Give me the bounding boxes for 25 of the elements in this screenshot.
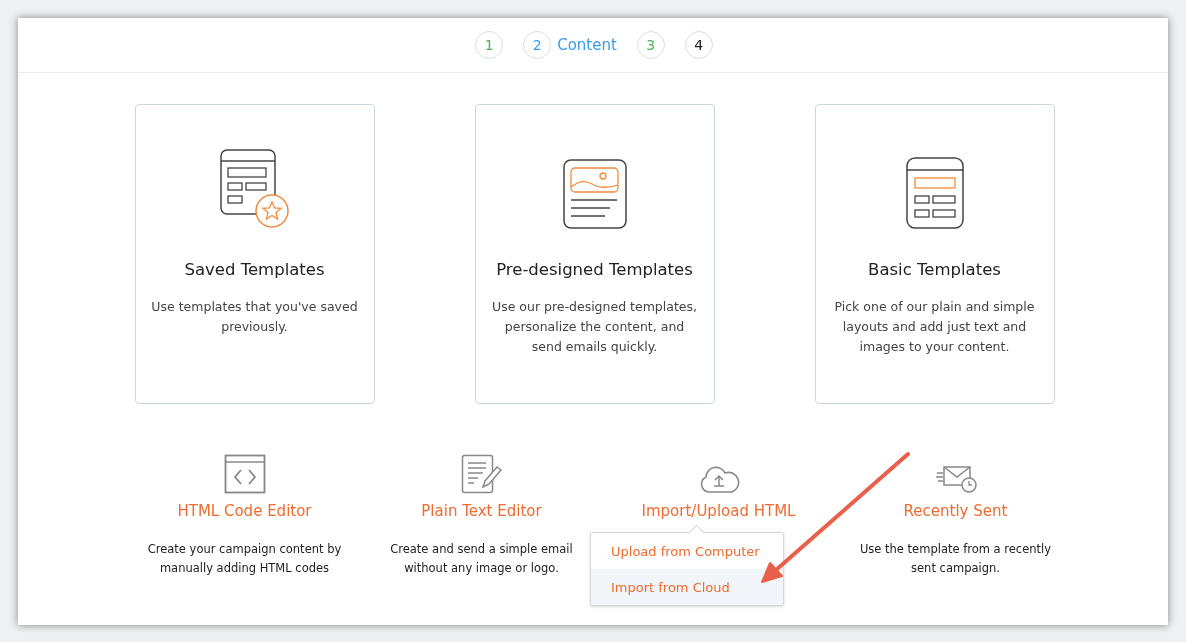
document-image-icon (561, 158, 628, 230)
code-window-icon (223, 454, 266, 494)
card-title: Saved Templates (184, 260, 325, 279)
document-pencil-icon (460, 454, 503, 494)
template-card[interactable]: Saved Templates Use templates that you've saved previously. (134, 104, 375, 404)
option-link[interactable]: Plain Text Editor (421, 502, 542, 520)
card-title: Pre-designed Templates (496, 260, 693, 279)
step-label: Content (557, 36, 617, 54)
option-link[interactable]: HTML Code Editor (177, 502, 312, 520)
card-description: Pick one of our plain and simple layouts and add just text and images to your content. (833, 298, 1036, 356)
menu-item[interactable]: Import from Cloud (591, 569, 783, 605)
card-description: Use our pre-designed templates, personalize the content, and send emails quickly. (491, 298, 698, 356)
layout-template-icon (904, 156, 965, 230)
template-star-icon (218, 148, 291, 230)
option-description: Create and send a simple email without any image or logo. (389, 541, 574, 577)
option-description: Use the template from a recently sent campaign. (858, 541, 1053, 577)
option-link[interactable]: Recently Sent (903, 502, 1008, 520)
option-link[interactable]: Import/Upload HTML (641, 502, 796, 520)
card-description: Use templates that you've saved previously. (150, 298, 359, 336)
template-card[interactable]: Basic Templates Pick one of our plain and simple layouts and add just text and images to your content. (814, 104, 1055, 404)
envelope-clock-icon (934, 464, 977, 494)
card-title: Basic Templates (868, 260, 1001, 279)
template-card[interactable]: Pre-designed Templates Use our pre-designed templates, personalize the content, and send emails quickly. (474, 104, 715, 404)
option-description: Create your campaign content by manually adding HTML codes (147, 541, 342, 577)
menu-item[interactable]: Upload from Computer (591, 533, 783, 569)
